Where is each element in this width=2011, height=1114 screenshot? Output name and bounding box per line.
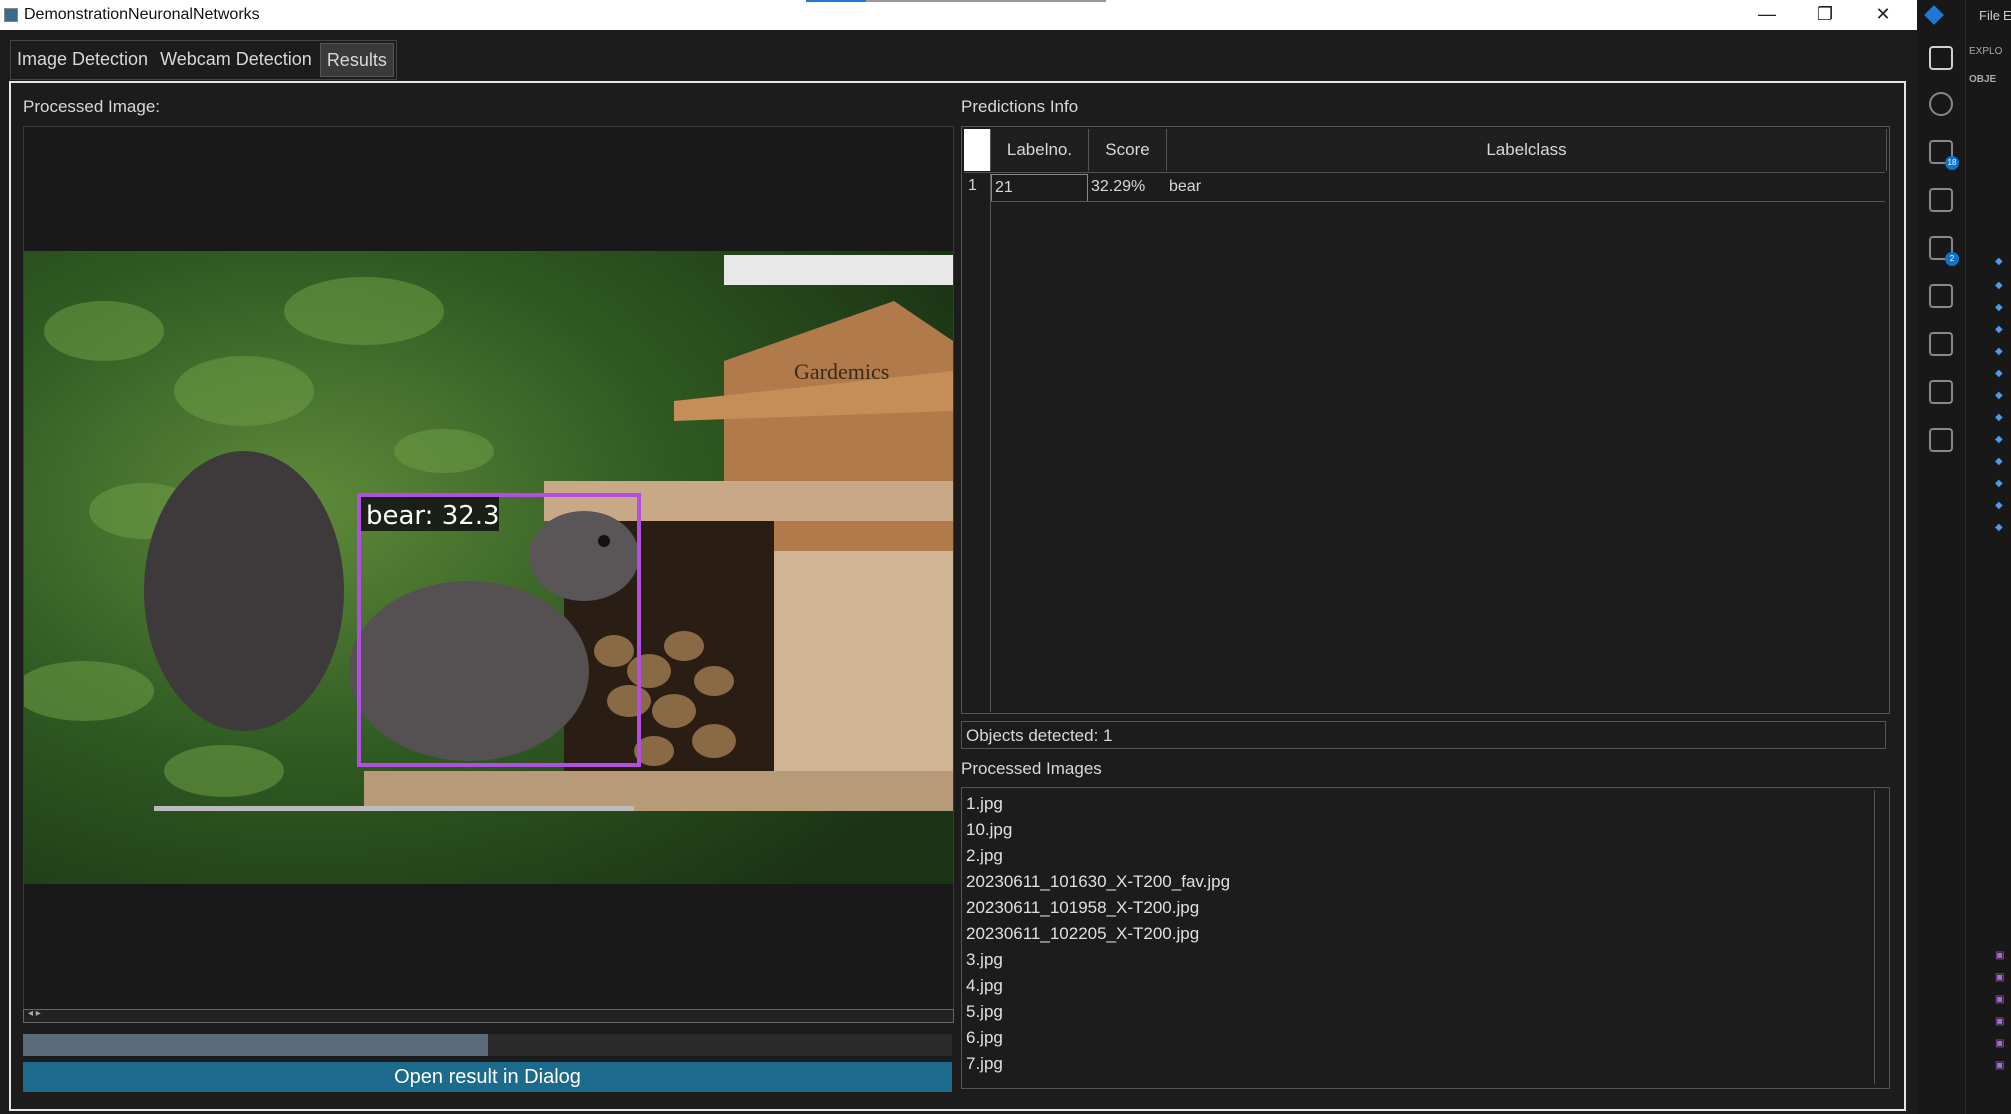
chat-icon[interactable] bbox=[1929, 428, 1953, 452]
project-folder[interactable]: OBJE bbox=[1969, 74, 1996, 85]
list-item[interactable]: 6.jpg bbox=[966, 1028, 1003, 1048]
objects-detected-field: Objects detected: 1 bbox=[961, 721, 1886, 749]
column-header-labelclass[interactable]: Labelclass bbox=[1166, 129, 1887, 171]
python-file-icon: ◆ bbox=[1995, 346, 2003, 357]
cell-labelclass[interactable]: bear bbox=[1166, 174, 1869, 200]
restore-button[interactable]: ❐ bbox=[1796, 0, 1854, 30]
titlebar-loading-strip bbox=[806, 0, 1106, 2]
python-file-icon: ◆ bbox=[1995, 478, 2003, 489]
python-file-icon: ◆ bbox=[1995, 368, 2003, 379]
processed-image-view[interactable]: Gardemics bear: 32.3 bbox=[23, 126, 954, 1017]
activity-bar: 18 2 bbox=[1917, 0, 1966, 1114]
python-file-icon: ◆ bbox=[1995, 522, 2003, 533]
list-item[interactable]: 7.jpg bbox=[966, 1054, 1003, 1074]
row-header-divider bbox=[990, 172, 991, 712]
column-header-score[interactable]: Score bbox=[1088, 129, 1167, 171]
list-item[interactable]: 20230611_102205_X-T200.jpg bbox=[966, 924, 1199, 944]
image-file-icon: ▣ bbox=[1995, 1016, 2005, 1027]
list-vertical-scrollbar[interactable] bbox=[1874, 790, 1887, 1084]
svg-text:Gardemics: Gardemics bbox=[794, 359, 889, 384]
image-file-icon: ▣ bbox=[1995, 950, 2005, 961]
image-horizontal-scrollbar[interactable]: ◂ ▸ bbox=[23, 1008, 954, 1023]
processing-progress-bar bbox=[23, 1034, 952, 1056]
image-file-icon: ▣ bbox=[1995, 1060, 2005, 1071]
image-file-icon: ▣ bbox=[1995, 994, 2005, 1005]
tab-webcam-detection[interactable]: Webcam Detection bbox=[154, 41, 318, 79]
row-divider bbox=[990, 201, 1885, 202]
list-item[interactable]: 10.jpg bbox=[966, 820, 1012, 840]
python-file-icon: ◆ bbox=[1995, 390, 2003, 401]
image-file-icon: ▣ bbox=[1995, 972, 2005, 983]
cell-labelno[interactable]: 21 bbox=[991, 174, 1088, 202]
window-title: DemonstrationNeuronalNetworks bbox=[24, 6, 260, 23]
processed-photo: Gardemics bear: 32.3 bbox=[24, 251, 953, 884]
open-result-dialog-button[interactable]: Open result in Dialog bbox=[23, 1062, 952, 1092]
processed-images-label: Processed Images bbox=[961, 759, 1102, 778]
predictions-info-label: Predictions Info bbox=[961, 97, 1079, 116]
list-item[interactable]: 3.jpg bbox=[966, 950, 1003, 970]
window-title-bar: DemonstrationNeuronalNetworks — ❐ ✕ bbox=[0, 0, 1917, 30]
menu-edit[interactable]: Ed bbox=[2003, 8, 2011, 23]
python-file-icon: ◆ bbox=[1995, 434, 2003, 445]
table-corner-select-all[interactable] bbox=[964, 129, 990, 171]
explorer-icon[interactable] bbox=[1929, 46, 1953, 70]
detection-label: bear: 32.3 bbox=[366, 501, 500, 531]
python-file-icon: ◆ bbox=[1995, 256, 2003, 267]
app-body: Image Detection Webcam Detection Results… bbox=[0, 30, 1917, 1114]
row-header[interactable]: 1 bbox=[968, 177, 977, 195]
column-header-labelno[interactable]: Labelno. bbox=[990, 129, 1089, 171]
tab-image-detection[interactable]: Image Detection bbox=[11, 41, 154, 79]
squirrel-photo-illustration: Gardemics bear: 32.3 bbox=[24, 251, 953, 884]
python-file-icon: ◆ bbox=[1995, 302, 2003, 313]
tab-results[interactable]: Results bbox=[319, 43, 394, 77]
source-control-badge: 18 bbox=[1945, 156, 1959, 170]
list-item[interactable]: 4.jpg bbox=[966, 976, 1003, 996]
list-item[interactable]: 20230611_101630_X-T200_fav.jpg bbox=[966, 872, 1230, 892]
remote-explorer-icon[interactable] bbox=[1929, 284, 1953, 308]
testing-icon[interactable] bbox=[1929, 332, 1953, 356]
minimize-button[interactable]: — bbox=[1738, 0, 1796, 30]
list-item[interactable]: 5.jpg bbox=[966, 1002, 1003, 1022]
processed-images-list[interactable]: 1.jpg 10.jpg 2.jpg 20230611_101630_X-T20… bbox=[961, 787, 1890, 1089]
predictions-table[interactable]: Labelno. Score Labelclass 1 21 32.29% be… bbox=[961, 126, 1890, 714]
header-divider bbox=[964, 172, 1885, 173]
app-icon bbox=[4, 8, 18, 22]
cell-score[interactable]: 32.29% bbox=[1088, 174, 1165, 200]
terminal-icon[interactable] bbox=[1929, 380, 1953, 404]
tab-bar: Image Detection Webcam Detection Results bbox=[10, 40, 397, 80]
explorer-title: EXPLO bbox=[1969, 46, 2003, 57]
python-file-icon: ◆ bbox=[1995, 500, 2003, 511]
python-file-icon: ◆ bbox=[1995, 456, 2003, 467]
search-icon[interactable] bbox=[1929, 92, 1953, 116]
list-item[interactable]: 1.jpg bbox=[966, 794, 1003, 814]
image-file-icon: ▣ bbox=[1995, 1038, 2005, 1049]
scroll-arrows-icon: ◂ ▸ bbox=[28, 1008, 41, 1019]
close-button[interactable]: ✕ bbox=[1854, 0, 1912, 30]
run-debug-icon[interactable] bbox=[1929, 188, 1953, 212]
python-file-icon: ◆ bbox=[1995, 412, 2003, 423]
list-item[interactable]: 2.jpg bbox=[966, 846, 1003, 866]
list-item[interactable]: 20230611_101958_X-T200.jpg bbox=[966, 898, 1199, 918]
extensions-badge: 2 bbox=[1945, 252, 1959, 266]
python-file-icon: ◆ bbox=[1995, 324, 2003, 335]
results-panel: Processed Image: Gardemics bear: 32.3 ◂ … bbox=[9, 81, 1906, 1111]
vscode-logo-icon bbox=[1924, 5, 1944, 25]
progress-fill bbox=[23, 1034, 488, 1056]
python-file-icon: ◆ bbox=[1995, 280, 2003, 291]
menu-file[interactable]: File bbox=[1979, 8, 2000, 23]
processed-image-label: Processed Image: bbox=[23, 97, 161, 116]
vscode-window-edge: 18 2 File Ed EXPLO OBJE ◆ ◆ ◆ ◆ ◆ ◆ ◆ ◆ … bbox=[1917, 0, 2011, 1114]
